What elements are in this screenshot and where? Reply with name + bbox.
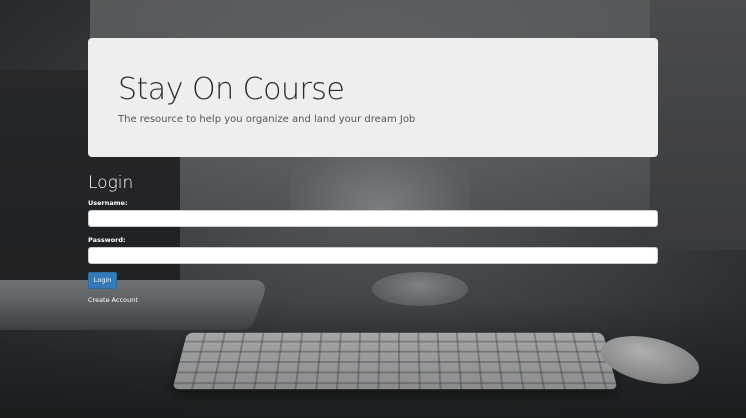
password-label: Password: — [88, 236, 126, 244]
login-form: Login Username: Password: Login Create A… — [88, 172, 658, 305]
login-heading: Login — [88, 173, 134, 193]
password-input[interactable] — [88, 247, 658, 264]
username-input[interactable] — [88, 210, 658, 227]
page-subtitle: The resource to help you organize and la… — [118, 114, 416, 125]
create-account-link[interactable]: Create Account — [88, 295, 658, 305]
login-button[interactable]: Login — [88, 272, 117, 289]
hero-card: Stay On Course The resource to help you … — [88, 38, 658, 157]
username-label: Username: — [88, 199, 128, 207]
page: Stay On Course The resource to help you … — [0, 0, 746, 418]
page-title: Stay On Course — [118, 72, 345, 107]
